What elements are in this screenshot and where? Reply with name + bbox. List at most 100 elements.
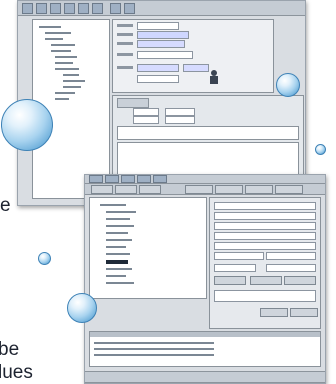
menu-item[interactable] xyxy=(121,175,135,183)
text-field[interactable] xyxy=(266,264,316,272)
tree-item[interactable] xyxy=(45,38,63,40)
toolbar-button[interactable] xyxy=(275,185,303,194)
tree-item[interactable] xyxy=(100,204,126,206)
tree-item[interactable] xyxy=(63,86,81,88)
tree-item-selected[interactable] xyxy=(106,260,128,264)
notes-area[interactable] xyxy=(117,126,299,140)
grid-row[interactable] xyxy=(94,342,214,344)
tree-item[interactable] xyxy=(55,92,75,94)
properties-panel xyxy=(112,19,274,93)
text-fragment: e xyxy=(0,195,11,216)
toolbar-button[interactable] xyxy=(245,185,273,194)
text-field[interactable] xyxy=(214,290,316,302)
text-field[interactable] xyxy=(137,40,185,48)
text-fragment: lues xyxy=(0,362,33,383)
dialog-button[interactable] xyxy=(214,276,246,285)
toolbar-button[interactable] xyxy=(92,3,103,14)
tree-item[interactable] xyxy=(106,268,132,270)
dialog-button[interactable] xyxy=(284,276,316,285)
text-field[interactable] xyxy=(133,116,159,124)
bubble xyxy=(315,144,326,155)
menu-item[interactable] xyxy=(137,175,151,183)
tree-item[interactable] xyxy=(106,246,126,248)
form-panel xyxy=(209,197,321,329)
text-field[interactable] xyxy=(214,232,316,240)
text-field[interactable] xyxy=(165,116,195,124)
bottom-screenshot-window xyxy=(84,174,326,384)
toolbar-button[interactable] xyxy=(115,185,137,194)
person-icon xyxy=(209,70,219,84)
tree-item[interactable] xyxy=(106,232,128,234)
toolbar-button[interactable] xyxy=(36,3,47,14)
dialog-button[interactable] xyxy=(250,276,282,285)
records-grid[interactable] xyxy=(89,331,321,367)
field-label xyxy=(117,66,133,69)
tree-item[interactable] xyxy=(106,211,136,213)
menu-bar xyxy=(85,175,325,184)
text-field[interactable] xyxy=(137,22,179,30)
tab[interactable] xyxy=(117,98,149,108)
tree-item[interactable] xyxy=(63,74,79,76)
text-fragment: be xyxy=(0,339,20,360)
text-field[interactable] xyxy=(214,264,256,272)
text-field[interactable] xyxy=(214,202,316,210)
bubble xyxy=(276,73,300,97)
toolbar xyxy=(18,1,305,16)
tree-item[interactable] xyxy=(55,62,73,64)
text-field[interactable] xyxy=(214,252,264,260)
text-field[interactable] xyxy=(165,108,195,116)
tree-item[interactable] xyxy=(55,98,69,100)
tree-item[interactable] xyxy=(45,32,71,34)
menu-item[interactable] xyxy=(105,175,119,183)
bubble xyxy=(38,252,51,265)
field-label xyxy=(117,53,133,56)
toolbar xyxy=(85,184,325,195)
tree-item[interactable] xyxy=(55,68,79,70)
tree-item[interactable] xyxy=(106,239,132,241)
text-field[interactable] xyxy=(214,242,316,250)
grid-header xyxy=(90,332,320,337)
tree-item[interactable] xyxy=(51,50,71,52)
menu-item[interactable] xyxy=(89,175,103,183)
text-field[interactable] xyxy=(214,222,316,230)
dialog-button[interactable] xyxy=(260,308,288,317)
tree-item[interactable] xyxy=(51,44,75,46)
tree-item[interactable] xyxy=(39,26,61,28)
toolbar-button[interactable] xyxy=(78,3,89,14)
bubble xyxy=(67,293,97,323)
toolbar-button[interactable] xyxy=(64,3,75,14)
text-field[interactable] xyxy=(137,75,179,83)
menu-item[interactable] xyxy=(153,175,167,183)
dialog-button[interactable] xyxy=(290,308,318,317)
toolbar-button[interactable] xyxy=(50,3,61,14)
toolbar-button[interactable] xyxy=(124,3,135,14)
tree-item[interactable] xyxy=(106,253,130,255)
toolbar-button[interactable] xyxy=(185,185,213,194)
status-bar xyxy=(85,371,325,383)
toolbar-button[interactable] xyxy=(91,185,113,194)
text-field[interactable] xyxy=(133,108,159,116)
tree-item[interactable] xyxy=(106,282,134,284)
tree-item[interactable] xyxy=(63,80,85,82)
tree-item[interactable] xyxy=(55,56,77,58)
field-label xyxy=(117,42,133,45)
text-field[interactable] xyxy=(137,31,189,39)
field-label xyxy=(117,24,133,27)
toolbar-button[interactable] xyxy=(110,3,121,14)
toolbar-button[interactable] xyxy=(22,3,33,14)
text-field[interactable] xyxy=(183,64,209,72)
text-field[interactable] xyxy=(214,212,316,220)
bubble xyxy=(1,99,53,151)
text-field[interactable] xyxy=(266,252,316,260)
grid-row[interactable] xyxy=(94,348,214,350)
tree-item[interactable] xyxy=(106,218,130,220)
toolbar-button[interactable] xyxy=(215,185,243,194)
tree-item[interactable] xyxy=(106,225,134,227)
tree-pane[interactable] xyxy=(89,197,207,299)
grid-row[interactable] xyxy=(94,354,214,356)
text-field[interactable] xyxy=(137,64,179,72)
tree-item[interactable] xyxy=(106,275,126,277)
field-label xyxy=(117,33,133,36)
toolbar-button[interactable] xyxy=(139,185,161,194)
text-field[interactable] xyxy=(137,51,193,59)
